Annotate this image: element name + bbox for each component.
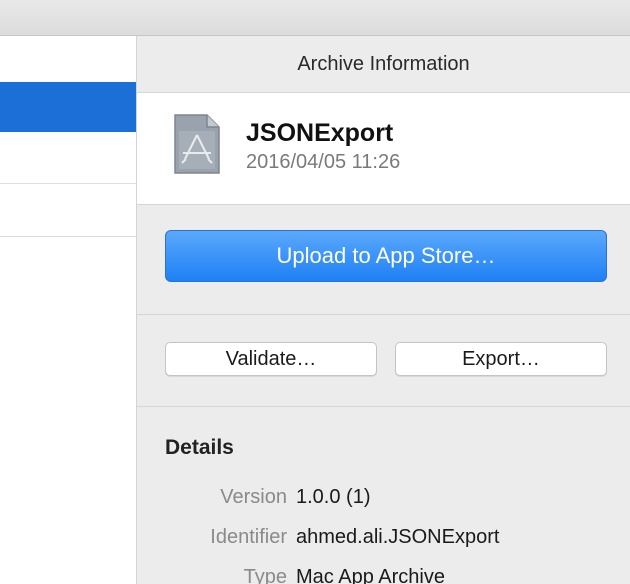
- divider: [137, 314, 630, 315]
- archive-inspector: Archive Information JSONExport 2016/04/0…: [137, 36, 630, 584]
- detail-label: Version: [220, 486, 287, 508]
- archive-list: [0, 36, 137, 584]
- inspector-title: Archive Information: [137, 36, 630, 93]
- archive-row[interactable]: [0, 185, 136, 237]
- export-button[interactable]: Export…: [395, 342, 607, 376]
- validate-button[interactable]: Validate…: [165, 342, 377, 376]
- archive-row[interactable]: [0, 132, 136, 184]
- details-heading: Details: [165, 436, 234, 459]
- archive-date: 2016/04/05 11:26: [246, 151, 401, 173]
- app-archive-icon: [174, 114, 220, 174]
- detail-value: ahmed.ali.JSONExport: [296, 526, 500, 548]
- upload-to-app-store-button[interactable]: Upload to App Store…: [165, 230, 607, 282]
- detail-row-identifier: Identifier ahmed.ali.JSONExport: [137, 526, 630, 552]
- divider: [137, 406, 630, 407]
- detail-row-version: Version 1.0.0 (1): [137, 486, 630, 512]
- detail-value: Mac App Archive: [296, 566, 445, 584]
- archive-name: JSONExport: [246, 119, 394, 147]
- archive-summary: JSONExport 2016/04/05 11:26: [137, 93, 630, 205]
- detail-row-type: Type Mac App Archive: [137, 566, 630, 584]
- xcode-organizer-window: Archive Information JSONExport 2016/04/0…: [0, 0, 630, 584]
- window-titlebar: [0, 0, 630, 36]
- detail-value: 1.0.0 (1): [296, 486, 371, 508]
- archive-row-selected[interactable]: [0, 82, 136, 132]
- detail-label: Identifier: [210, 526, 287, 548]
- list-header-row: [0, 36, 136, 82]
- detail-label: Type: [243, 566, 287, 584]
